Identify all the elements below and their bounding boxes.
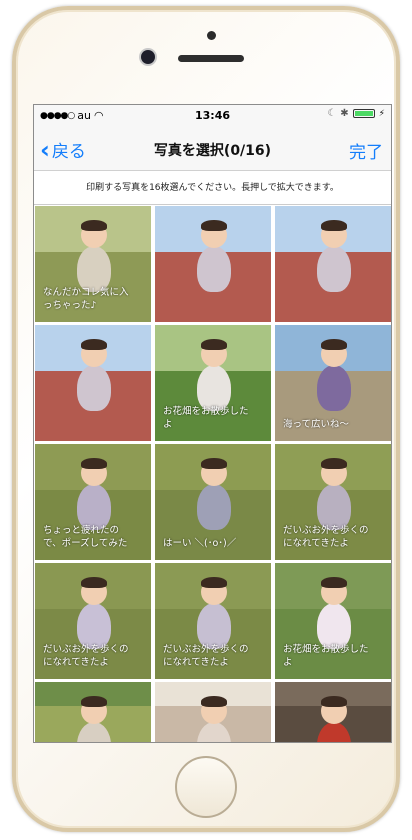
photo-cell[interactable] bbox=[35, 682, 151, 742]
child-hair bbox=[201, 339, 227, 350]
photo-cell[interactable]: 海って広いね〜 bbox=[275, 325, 391, 441]
photo-cell[interactable]: なんだかコレ気に入 っちゃった♪ bbox=[35, 206, 151, 322]
home-button[interactable] bbox=[175, 756, 237, 818]
child-hair bbox=[81, 339, 107, 350]
photo-caption: はーい ＼(･o･)／ bbox=[163, 538, 237, 549]
photo-cell[interactable]: お花畑をお散歩した よ bbox=[155, 325, 271, 441]
child-hair bbox=[321, 458, 347, 469]
photo-cell[interactable]: だいぶお外を歩くの になれてきたよ bbox=[155, 563, 271, 679]
child-hair bbox=[321, 577, 347, 588]
photo-cell[interactable]: だいぶお外を歩くの になれてきたよ bbox=[35, 563, 151, 679]
status-right: ☾ ✱ ⚡ bbox=[327, 108, 385, 119]
page-title: 写真を選択(0/16) bbox=[153, 143, 272, 159]
photo-cell[interactable]: はーい ＼(･o･)／ bbox=[155, 444, 271, 560]
bluetooth-icon: ✱ bbox=[340, 108, 349, 119]
front-sensor bbox=[207, 31, 216, 40]
child-hair bbox=[201, 696, 227, 707]
charging-icon: ⚡ bbox=[378, 108, 385, 119]
status-bar: ●●●●○ au ◠ 13:46 ☾ ✱ ⚡ bbox=[34, 105, 391, 127]
photo-caption: なんだかコレ気に入 っちゃった♪ bbox=[43, 287, 129, 311]
child-hair bbox=[321, 696, 347, 707]
photo-caption: ちょっと疲れたの で、ポーズしてみた bbox=[43, 525, 128, 549]
child-figure bbox=[317, 365, 351, 411]
photo-cell[interactable] bbox=[155, 682, 271, 742]
photo-cell[interactable]: お花畑をお散歩した よ bbox=[275, 563, 391, 679]
child-figure bbox=[317, 246, 351, 292]
photo-caption: お花畑をお散歩した よ bbox=[283, 644, 369, 668]
child-figure bbox=[197, 246, 231, 292]
battery-icon bbox=[352, 109, 375, 118]
instruction-text: 印刷する写真を16枚選んでください。長押しで拡大できます。 bbox=[34, 171, 391, 205]
photo-grid: なんだかコレ気に入 っちゃった♪ お花畑をお散歩した よ海って広いね〜 ちょっと疲れ… bbox=[34, 205, 391, 742]
child-hair bbox=[81, 458, 107, 469]
child-hair bbox=[321, 339, 347, 350]
navigation-bar: ‹ 戻る 写真を選択(0/16) 完了 bbox=[34, 127, 391, 171]
child-hair bbox=[81, 577, 107, 588]
child-hair bbox=[81, 696, 107, 707]
child-figure bbox=[77, 365, 111, 411]
earpiece-speaker bbox=[178, 55, 244, 62]
child-hair bbox=[201, 577, 227, 588]
photo-cell[interactable]: ちょっと疲れたの で、ポーズしてみた bbox=[35, 444, 151, 560]
photo-caption: だいぶお外を歩くの になれてきたよ bbox=[43, 644, 129, 668]
photo-caption: お花畑をお散歩した よ bbox=[163, 406, 249, 430]
photo-cell[interactable] bbox=[35, 325, 151, 441]
child-hair bbox=[201, 458, 227, 469]
child-hair bbox=[321, 220, 347, 231]
child-figure bbox=[197, 484, 231, 530]
photo-cell[interactable]: だいぶお外を歩くの になれてきたよ bbox=[275, 444, 391, 560]
photo-cell[interactable] bbox=[155, 206, 271, 322]
photo-cell[interactable] bbox=[275, 682, 391, 742]
photo-caption: だいぶお外を歩くの になれてきたよ bbox=[283, 525, 369, 549]
screen: ●●●●○ au ◠ 13:46 ☾ ✱ ⚡ ‹ 戻る 写真を選択(0/16) … bbox=[33, 104, 392, 743]
photo-cell[interactable] bbox=[275, 206, 391, 322]
child-hair bbox=[81, 220, 107, 231]
photo-caption: 海って広いね〜 bbox=[283, 419, 350, 430]
done-button[interactable]: 完了 bbox=[349, 138, 383, 163]
front-camera bbox=[141, 50, 155, 64]
moon-icon: ☾ bbox=[327, 108, 337, 119]
photo-caption: だいぶお外を歩くの になれてきたよ bbox=[163, 644, 249, 668]
child-hair bbox=[201, 220, 227, 231]
